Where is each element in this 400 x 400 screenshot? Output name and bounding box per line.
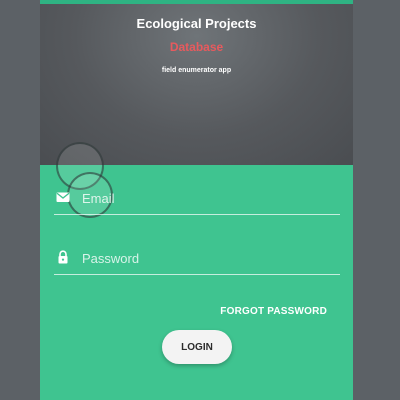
email-field <box>54 184 340 215</box>
password-field <box>54 244 340 275</box>
lock-icon <box>58 250 68 264</box>
app-title: Ecological Projects <box>136 16 257 31</box>
email-input[interactable] <box>82 186 332 210</box>
app-screen: Ecological Projects Database field enume… <box>40 0 353 400</box>
app-header: Ecological Projects Database field enume… <box>40 4 353 165</box>
forgot-password-link[interactable]: FORGOT PASSWORD <box>220 306 327 317</box>
password-input[interactable] <box>82 246 332 270</box>
app-subtitle: Database <box>169 40 224 54</box>
app-tagline: field enumerator app <box>161 67 232 74</box>
login-button[interactable]: LOGIN <box>162 330 232 364</box>
envelope-icon <box>56 192 70 202</box>
